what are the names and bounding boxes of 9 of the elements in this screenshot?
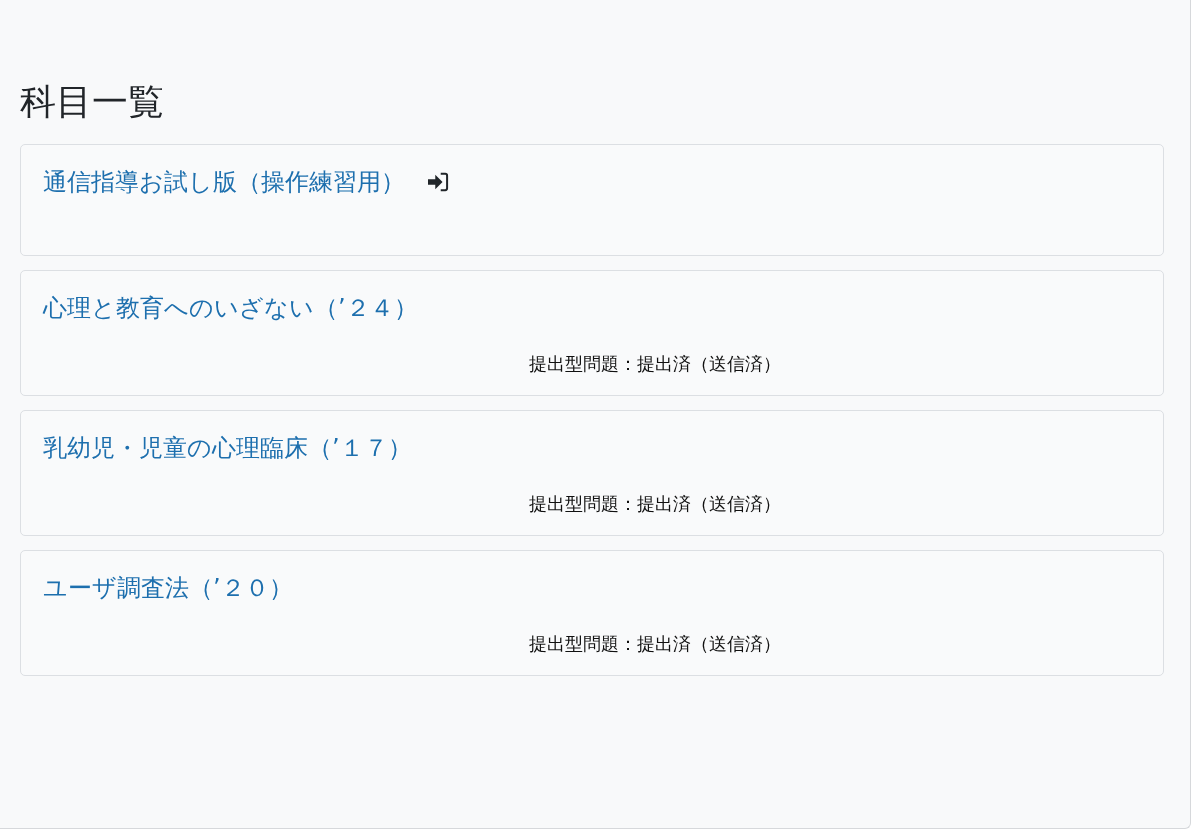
course-link[interactable]: 乳幼児・児童の心理臨床（’１７）: [43, 433, 412, 463]
page-heading: 科目一覧: [20, 80, 165, 124]
submission-status: 提出型問題：提出済（送信済）: [529, 352, 782, 376]
submission-status: 提出型問題：提出済（送信済）: [529, 632, 782, 656]
sign-in-icon[interactable]: [427, 172, 449, 192]
course-link[interactable]: 通信指導お試し版（操作練習用）: [43, 167, 405, 197]
course-link[interactable]: ユーザ調査法（’２０）: [43, 573, 293, 603]
submission-status: 提出型問題：提出済（送信済）: [529, 492, 782, 516]
course-link[interactable]: 心理と教育へのいざない（’２４）: [43, 293, 418, 323]
